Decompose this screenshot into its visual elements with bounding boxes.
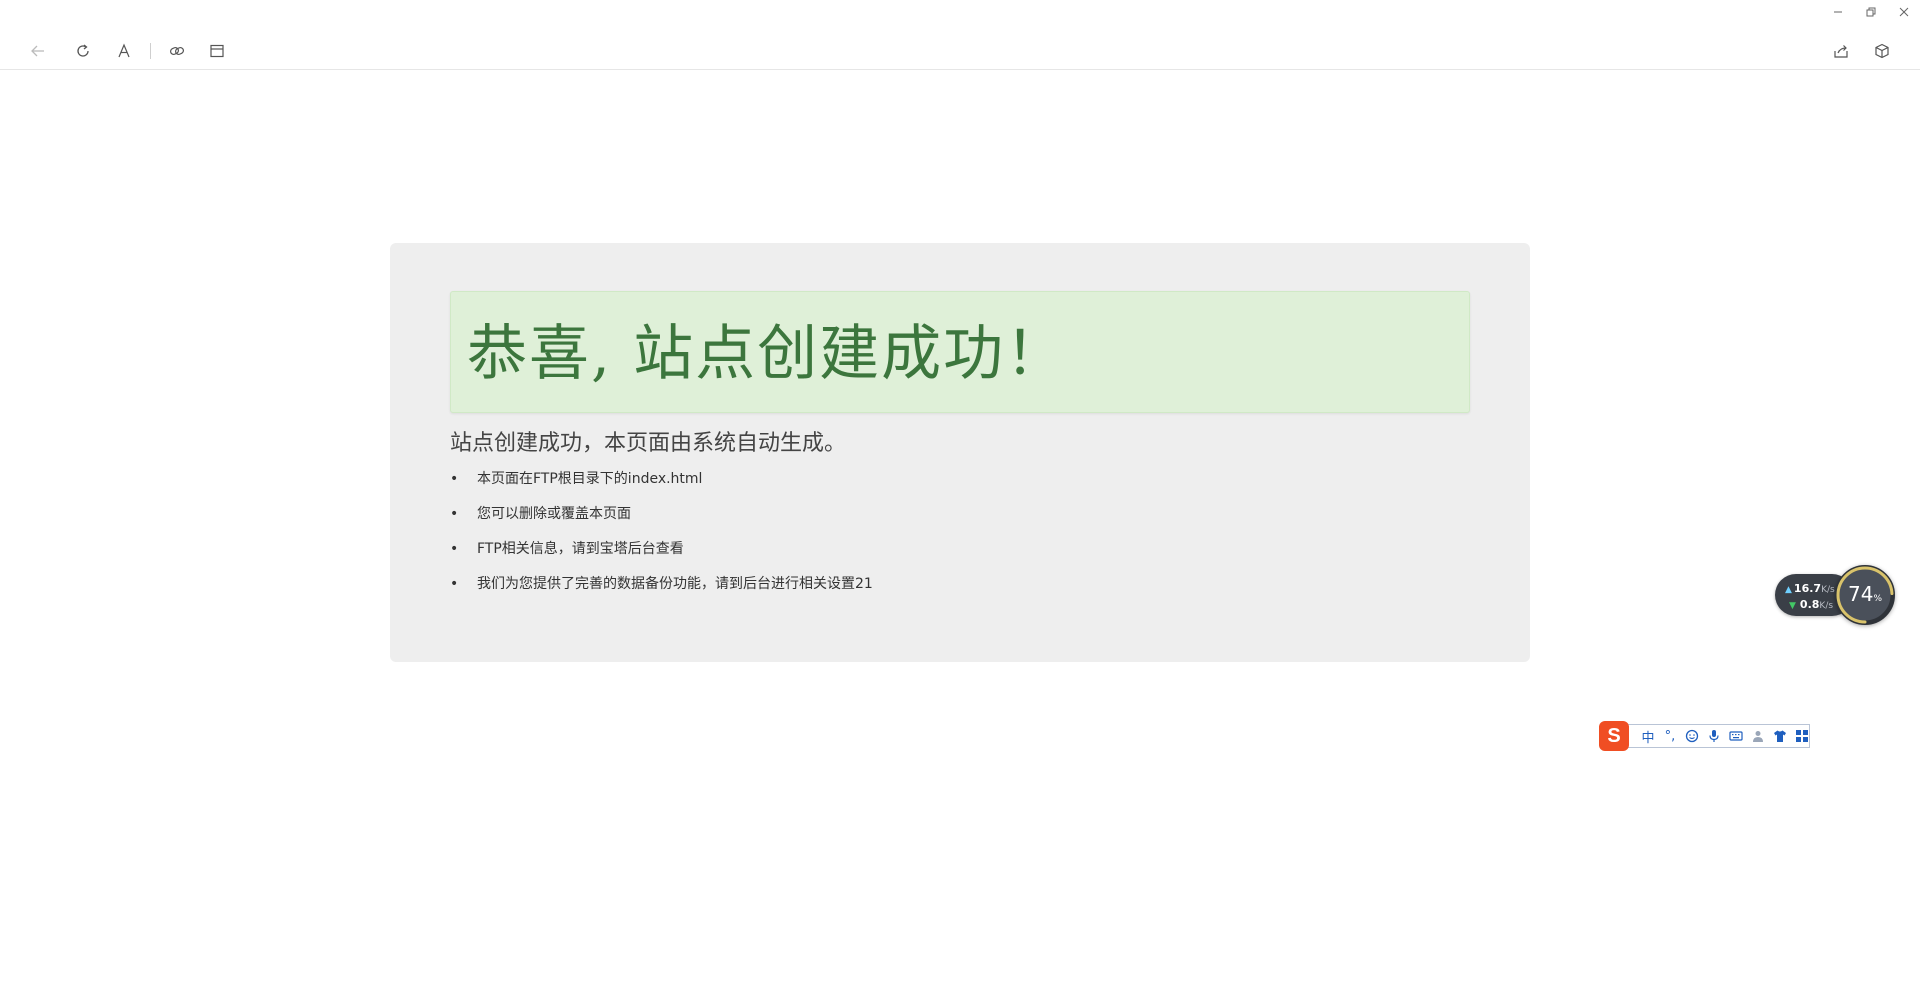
- info-list: 本页面在FTP根目录下的index.html 您可以删除或覆盖本页面 FTP相关…: [450, 469, 873, 609]
- layout-icon: [210, 44, 224, 58]
- cube-icon: [1875, 43, 1889, 59]
- toolbox-icon: [1796, 730, 1808, 742]
- back-arrow-icon: [31, 45, 44, 57]
- font-icon: [118, 43, 130, 58]
- ime-logo[interactable]: S: [1599, 721, 1629, 751]
- browser-window: 恭喜, 站点创建成功！ 站点创建成功，本页面由系统自动生成。 本页面在FTP根目…: [0, 0, 1920, 990]
- ime-voice-button[interactable]: [1703, 725, 1725, 747]
- back-button[interactable]: [27, 40, 49, 62]
- network-speed-widget[interactable]: ▲ 16.7K/s ▼ 0.8K/s 74%: [1775, 565, 1895, 625]
- minimize-icon: [1833, 11, 1842, 13]
- cube-button[interactable]: [1871, 40, 1893, 62]
- usage-percent: 74%: [1838, 582, 1892, 606]
- emoji-icon: [1685, 729, 1699, 743]
- content-card: 恭喜, 站点创建成功！ 站点创建成功，本页面由系统自动生成。 本页面在FTP根目…: [390, 243, 1530, 662]
- upload-arrow-icon: ▲: [1785, 585, 1792, 595]
- close-icon: [1899, 7, 1908, 17]
- page-title: 恭喜, 站点创建成功！: [467, 319, 1068, 389]
- list-item: 我们为您提供了完善的数据备份功能，请到后台进行相关设置21: [450, 574, 873, 609]
- list-item: FTP相关信息，请到宝塔后台查看: [450, 539, 873, 574]
- link-icon: [169, 46, 185, 56]
- ime-emoji-button[interactable]: [1681, 725, 1703, 747]
- ime-punct-button[interactable]: °,: [1659, 725, 1681, 747]
- ime-skin-button[interactable]: [1769, 725, 1791, 747]
- download-unit: K/s: [1819, 601, 1834, 611]
- restore-icon: [1866, 7, 1875, 17]
- usage-gauge[interactable]: 74%: [1835, 565, 1895, 625]
- download-value: 0.8: [1799, 598, 1820, 611]
- toolbar: [0, 24, 1920, 70]
- share-icon: [1834, 45, 1848, 58]
- list-item: 您可以删除或覆盖本页面: [450, 504, 873, 539]
- toolbar-divider: [150, 43, 151, 59]
- layout-button[interactable]: [206, 40, 228, 62]
- upload-value: 16.7: [1793, 582, 1822, 595]
- ime-keyboard-button[interactable]: [1725, 725, 1747, 747]
- upload-unit: K/s: [1821, 585, 1835, 595]
- usage-percent-symbol: %: [1873, 594, 1882, 604]
- download-arrow-icon: ▼: [1789, 601, 1796, 611]
- restore-button[interactable]: [1854, 0, 1887, 24]
- ime-user-button[interactable]: [1747, 725, 1769, 747]
- list-item: 本页面在FTP根目录下的index.html: [450, 469, 873, 504]
- refresh-icon: [77, 44, 89, 57]
- ime-toolbar: S 中 °,: [1599, 721, 1813, 751]
- ime-toolbox-button[interactable]: [1791, 725, 1813, 747]
- skin-icon: [1774, 730, 1786, 742]
- microphone-icon: [1709, 730, 1719, 742]
- close-button[interactable]: [1887, 0, 1920, 24]
- keyboard-icon: [1729, 731, 1743, 741]
- ime-mode-button[interactable]: 中: [1637, 725, 1659, 747]
- share-button[interactable]: [1830, 40, 1852, 62]
- user-icon: [1753, 731, 1763, 742]
- window-controls: [1821, 0, 1920, 24]
- upload-speed: ▲ 16.7K/s: [1785, 582, 1835, 595]
- lead-text: 站点创建成功，本页面由系统自动生成。: [450, 431, 847, 456]
- font-button[interactable]: [113, 40, 135, 62]
- ime-items: 中 °,: [1637, 725, 1813, 747]
- minimize-button[interactable]: [1821, 0, 1854, 24]
- refresh-button[interactable]: [72, 40, 94, 62]
- success-alert: 恭喜, 站点创建成功！: [450, 291, 1470, 413]
- usage-percent-value: 74: [1847, 582, 1874, 606]
- link-button[interactable]: [166, 40, 188, 62]
- download-speed: ▼ 0.8K/s: [1789, 598, 1833, 611]
